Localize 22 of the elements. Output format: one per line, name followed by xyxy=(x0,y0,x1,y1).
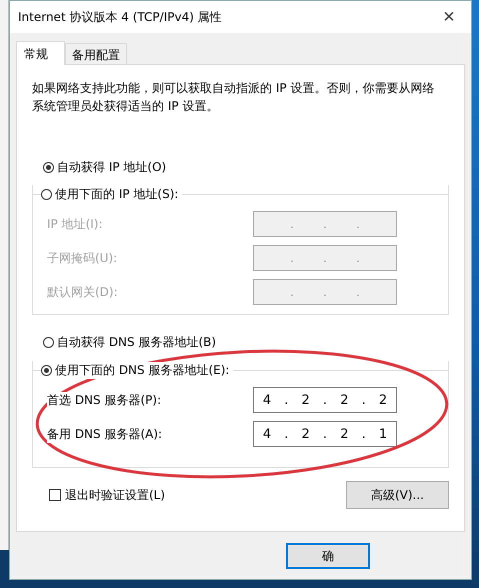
radio-label[interactable]: 使用下面的 IP 地址(S): xyxy=(55,186,178,202)
tab[interactable]: 常规 xyxy=(16,41,65,65)
ip-address-field[interactable]: 4 . 2 . 2 . 1 xyxy=(253,421,397,447)
radio-button[interactable] xyxy=(41,188,52,200)
field-label: 默认网关(D): xyxy=(47,284,118,300)
radio-label[interactable]: 自动获得 DNS 服务器地址(B) xyxy=(57,334,216,350)
ok-button[interactable]: 确 xyxy=(286,543,370,569)
field-label: 备用 DNS 服务器(A): xyxy=(47,426,162,442)
field-label: 子网掩码(U): xyxy=(47,250,118,266)
radio-button[interactable] xyxy=(43,336,54,348)
ip-address-field[interactable]: 4 . 2 . 2 . 2 xyxy=(253,387,397,413)
radio-button[interactable] xyxy=(43,162,54,172)
radio-button[interactable] xyxy=(41,364,52,376)
advanced-button[interactable]: 高级(V)... xyxy=(346,481,449,509)
window-title: Internet 协议版本 4 (TCP/IPv4) 属性 xyxy=(18,8,222,26)
field-label: 首选 DNS 服务器(P): xyxy=(47,392,162,408)
tab[interactable]: 备用配置 xyxy=(65,43,127,64)
description-text: 如果网络支持此功能，则可以获取自动指派的 IP 设置。否则，你需要从网络系统管理员处获得适当的 IP 设置。 xyxy=(32,80,436,115)
radio-label[interactable]: 自动获得 IP 地址(O) xyxy=(57,158,166,176)
validate-checkbox[interactable]: 退出时验证设置(L) xyxy=(49,486,166,504)
radio-label[interactable]: 使用下面的 DNS 服务器地址(E): xyxy=(55,362,230,378)
field-label: IP 地址(I): xyxy=(47,216,103,232)
